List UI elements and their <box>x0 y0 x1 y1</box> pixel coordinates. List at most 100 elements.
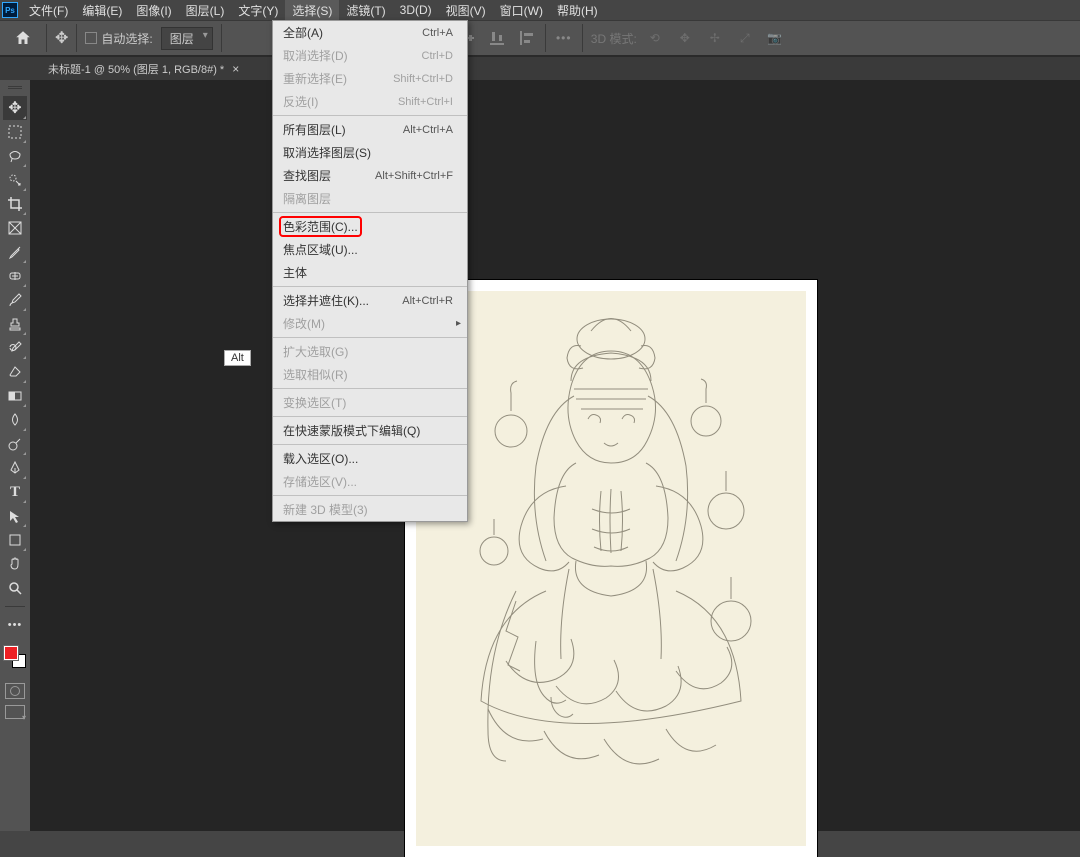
hand-tool[interactable] <box>3 552 27 576</box>
grip-icon <box>4 86 26 92</box>
menu-选择[interactable]: 选择(S) <box>285 0 339 21</box>
layer-dropdown[interactable]: 图层 <box>161 27 213 50</box>
menu-item-label: 所有图层(L) <box>283 121 346 138</box>
menu-item: 存储选区(V)... <box>273 470 467 493</box>
document-tab[interactable]: 未标题-1 @ 50% (图层 1, RGB/8#) * × <box>38 57 249 81</box>
eraser-tool[interactable] <box>3 360 27 384</box>
path-select-tool[interactable] <box>3 504 27 528</box>
menu-编辑[interactable]: 编辑(E) <box>75 0 129 21</box>
pan-icon: ✥ <box>675 28 695 48</box>
3d-mode-label: 3D 模式: <box>591 30 637 47</box>
menu-item: 修改(M) <box>273 312 467 335</box>
quick-select-tool[interactable] <box>3 168 27 192</box>
auto-select-option[interactable]: 自动选择: <box>85 30 152 47</box>
menu-item[interactable]: 色彩范围(C)... <box>273 215 467 238</box>
zoom-tool[interactable] <box>3 576 27 600</box>
separator <box>273 416 467 417</box>
menu-图层[interactable]: 图层(L) <box>179 0 232 21</box>
color-swatches[interactable] <box>3 645 27 669</box>
shape-tool[interactable] <box>3 528 27 552</box>
menu-item-label: 扩大选取(G) <box>283 343 348 360</box>
heal-tool[interactable] <box>3 264 27 288</box>
menu-视图[interactable]: 视图(V) <box>439 0 493 21</box>
menu-窗口[interactable]: 窗口(W) <box>493 0 550 21</box>
brush-tool[interactable] <box>3 288 27 312</box>
menu-item: 隔离图层 <box>273 187 467 210</box>
menu-item[interactable]: 焦点区域(U)... <box>273 238 467 261</box>
menu-文字[interactable]: 文字(Y) <box>231 0 285 21</box>
quick-mask-icon[interactable] <box>5 683 25 699</box>
frame-tool[interactable] <box>3 216 27 240</box>
menu-item[interactable]: 载入选区(O)... <box>273 447 467 470</box>
separator <box>273 444 467 445</box>
menu-帮助[interactable]: 帮助(H) <box>550 0 605 21</box>
menu-item: 取消选择(D) Ctrl+D <box>273 44 467 67</box>
separator <box>46 24 47 52</box>
menu-item[interactable]: 取消选择图层(S) <box>273 141 467 164</box>
align-bottom-icon[interactable] <box>487 28 507 48</box>
eyedropper-tool[interactable] <box>3 240 27 264</box>
separator <box>582 24 583 52</box>
type-tool[interactable]: T <box>3 480 27 504</box>
move-tool-icon: ✥ <box>55 28 68 48</box>
menu-item-label: 取消选择(D) <box>283 47 348 64</box>
separator <box>273 388 467 389</box>
menu-item-label: 主体 <box>283 264 307 281</box>
menu-item-label: 色彩范围(C)... <box>279 216 362 237</box>
menu-item-label: 在快速蒙版模式下编辑(Q) <box>283 422 420 439</box>
menu-图像[interactable]: 图像(I) <box>129 0 178 21</box>
alt-tooltip: Alt <box>224 350 251 366</box>
menu-item: 新建 3D 模型(3) <box>273 498 467 521</box>
menu-文件[interactable]: 文件(F) <box>22 0 75 21</box>
shortcut-label: Alt+Ctrl+R <box>402 295 453 307</box>
separator <box>273 286 467 287</box>
stamp-tool[interactable] <box>3 312 27 336</box>
gradient-tool[interactable] <box>3 384 27 408</box>
menu-item[interactable]: 主体 <box>273 261 467 284</box>
edit-toolbar-icon[interactable]: ••• <box>3 613 27 637</box>
menu-item-label: 选取相似(R) <box>283 366 348 383</box>
workspace <box>30 80 1080 831</box>
checkbox-icon[interactable] <box>85 32 97 44</box>
crop-tool[interactable] <box>3 192 27 216</box>
menu-item: 反选(I)Shift+Ctrl+I <box>273 90 467 113</box>
shortcut-label: Shift+Ctrl+D <box>393 73 453 85</box>
foreground-color[interactable] <box>4 646 18 660</box>
menu-item[interactable]: 查找图层 Alt+Shift+Ctrl+F <box>273 164 467 187</box>
menu-item: 变换选区(T) <box>273 391 467 414</box>
blur-tool[interactable] <box>3 408 27 432</box>
shortcut-label: Ctrl+D <box>422 50 453 62</box>
more-icon[interactable]: ••• <box>554 28 574 48</box>
menu-3d[interactable]: 3D(D) <box>393 1 439 19</box>
menu-item-label: 新建 3D 模型(3) <box>283 501 368 518</box>
move-tool[interactable]: ✥ <box>3 96 27 120</box>
select-menu-dropdown: 全部(A)Ctrl+A取消选择(D)Ctrl+D重新选择(E)Shift+Ctr… <box>272 20 468 522</box>
separator <box>273 115 467 116</box>
menu-滤镜[interactable]: 滤镜(T) <box>339 0 392 21</box>
dodge-tool[interactable] <box>3 432 27 456</box>
shortcut-label: Alt+Ctrl+A <box>403 124 453 136</box>
menu-item[interactable]: 所有图层(L) Alt+Ctrl+A <box>273 118 467 141</box>
menu-item-label: 查找图层 <box>283 167 331 184</box>
align-left-icon[interactable] <box>517 28 537 48</box>
menu-item[interactable]: 全部(A)Ctrl+A <box>273 21 467 44</box>
lasso-tool[interactable] <box>3 144 27 168</box>
shortcut-label: Ctrl+A <box>422 27 453 39</box>
separator <box>273 337 467 338</box>
home-icon[interactable] <box>8 23 38 53</box>
orbit-icon: ⟲ <box>645 28 665 48</box>
move-3d-icon: ✢ <box>705 28 725 48</box>
menubar: 文件(F)编辑(E)图像(I)图层(L)文字(Y)选择(S)滤镜(T)3D(D)… <box>0 0 1080 20</box>
auto-select-label: 自动选择: <box>101 30 152 47</box>
close-icon[interactable]: × <box>232 62 239 76</box>
menu-item[interactable]: 选择并遮住(K)...Alt+Ctrl+R <box>273 289 467 312</box>
shortcut-label: Alt+Shift+Ctrl+F <box>375 170 453 182</box>
pen-tool[interactable] <box>3 456 27 480</box>
menu-item-label: 焦点区域(U)... <box>283 241 358 258</box>
menu-item[interactable]: 在快速蒙版模式下编辑(Q) <box>273 419 467 442</box>
separator <box>221 24 222 52</box>
history-brush-tool[interactable] <box>3 336 27 360</box>
scale-icon: ⤢ <box>735 28 755 48</box>
screen-mode-icon[interactable] <box>5 705 25 719</box>
marquee-tool[interactable] <box>3 120 27 144</box>
